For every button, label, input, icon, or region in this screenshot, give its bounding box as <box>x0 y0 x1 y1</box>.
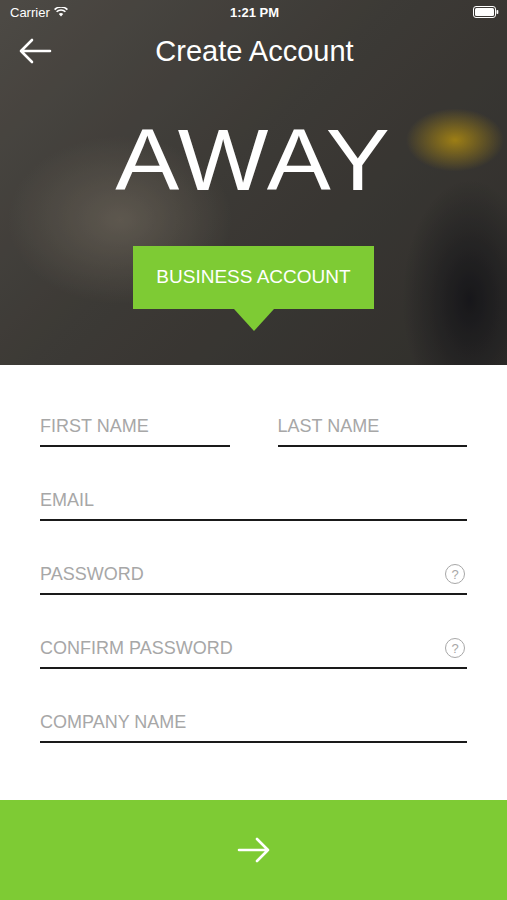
forward-arrow-icon <box>237 837 271 863</box>
battery-icon <box>473 6 499 18</box>
field-placeholder: COMPANY NAME <box>40 712 186 733</box>
carrier-label: Carrier <box>10 5 50 20</box>
field-placeholder: LAST NAME <box>278 416 380 437</box>
status-bar: Carrier 1:21 PM <box>0 0 507 20</box>
signup-form: FIRST NAMELAST NAMEEMAILPASSWORD?CONFIRM… <box>0 365 507 800</box>
back-arrow-icon <box>18 38 52 64</box>
name-row: FIRST NAME LAST NAME <box>40 407 467 447</box>
field-placeholder: PASSWORD <box>40 564 144 585</box>
field-placeholder: CONFIRM PASSWORD <box>40 638 233 659</box>
text-field[interactable]: LAST NAME <box>278 407 468 447</box>
field-placeholder: EMAIL <box>40 490 94 511</box>
wifi-icon <box>54 7 68 17</box>
away-logo: AWAY <box>115 117 391 203</box>
badge-pointer <box>234 309 274 331</box>
hero-header: Carrier 1:21 PM Create Account AWAY BUSINESS… <box>0 0 507 365</box>
field-placeholder: FIRST NAME <box>40 416 149 437</box>
text-field[interactable]: FIRST NAME <box>40 407 230 447</box>
clock: 1:21 PM <box>230 5 279 20</box>
help-icon[interactable]: ? <box>445 638 465 658</box>
text-field[interactable]: EMAIL <box>40 481 467 521</box>
account-type-badge: BUSINESS ACCOUNT <box>133 246 374 309</box>
text-field[interactable]: PASSWORD? <box>40 555 467 595</box>
screen-title: Create Account <box>58 35 451 68</box>
nav-bar: Create Account <box>0 20 507 70</box>
create-account-screen: Carrier 1:21 PM Create Account AWAY BUSINESS… <box>0 0 507 900</box>
submit-button[interactable] <box>0 800 507 900</box>
text-field[interactable]: COMPANY NAME <box>40 703 467 743</box>
help-icon[interactable]: ? <box>445 564 465 584</box>
back-button[interactable] <box>18 38 58 64</box>
text-field[interactable]: CONFIRM PASSWORD? <box>40 629 467 669</box>
